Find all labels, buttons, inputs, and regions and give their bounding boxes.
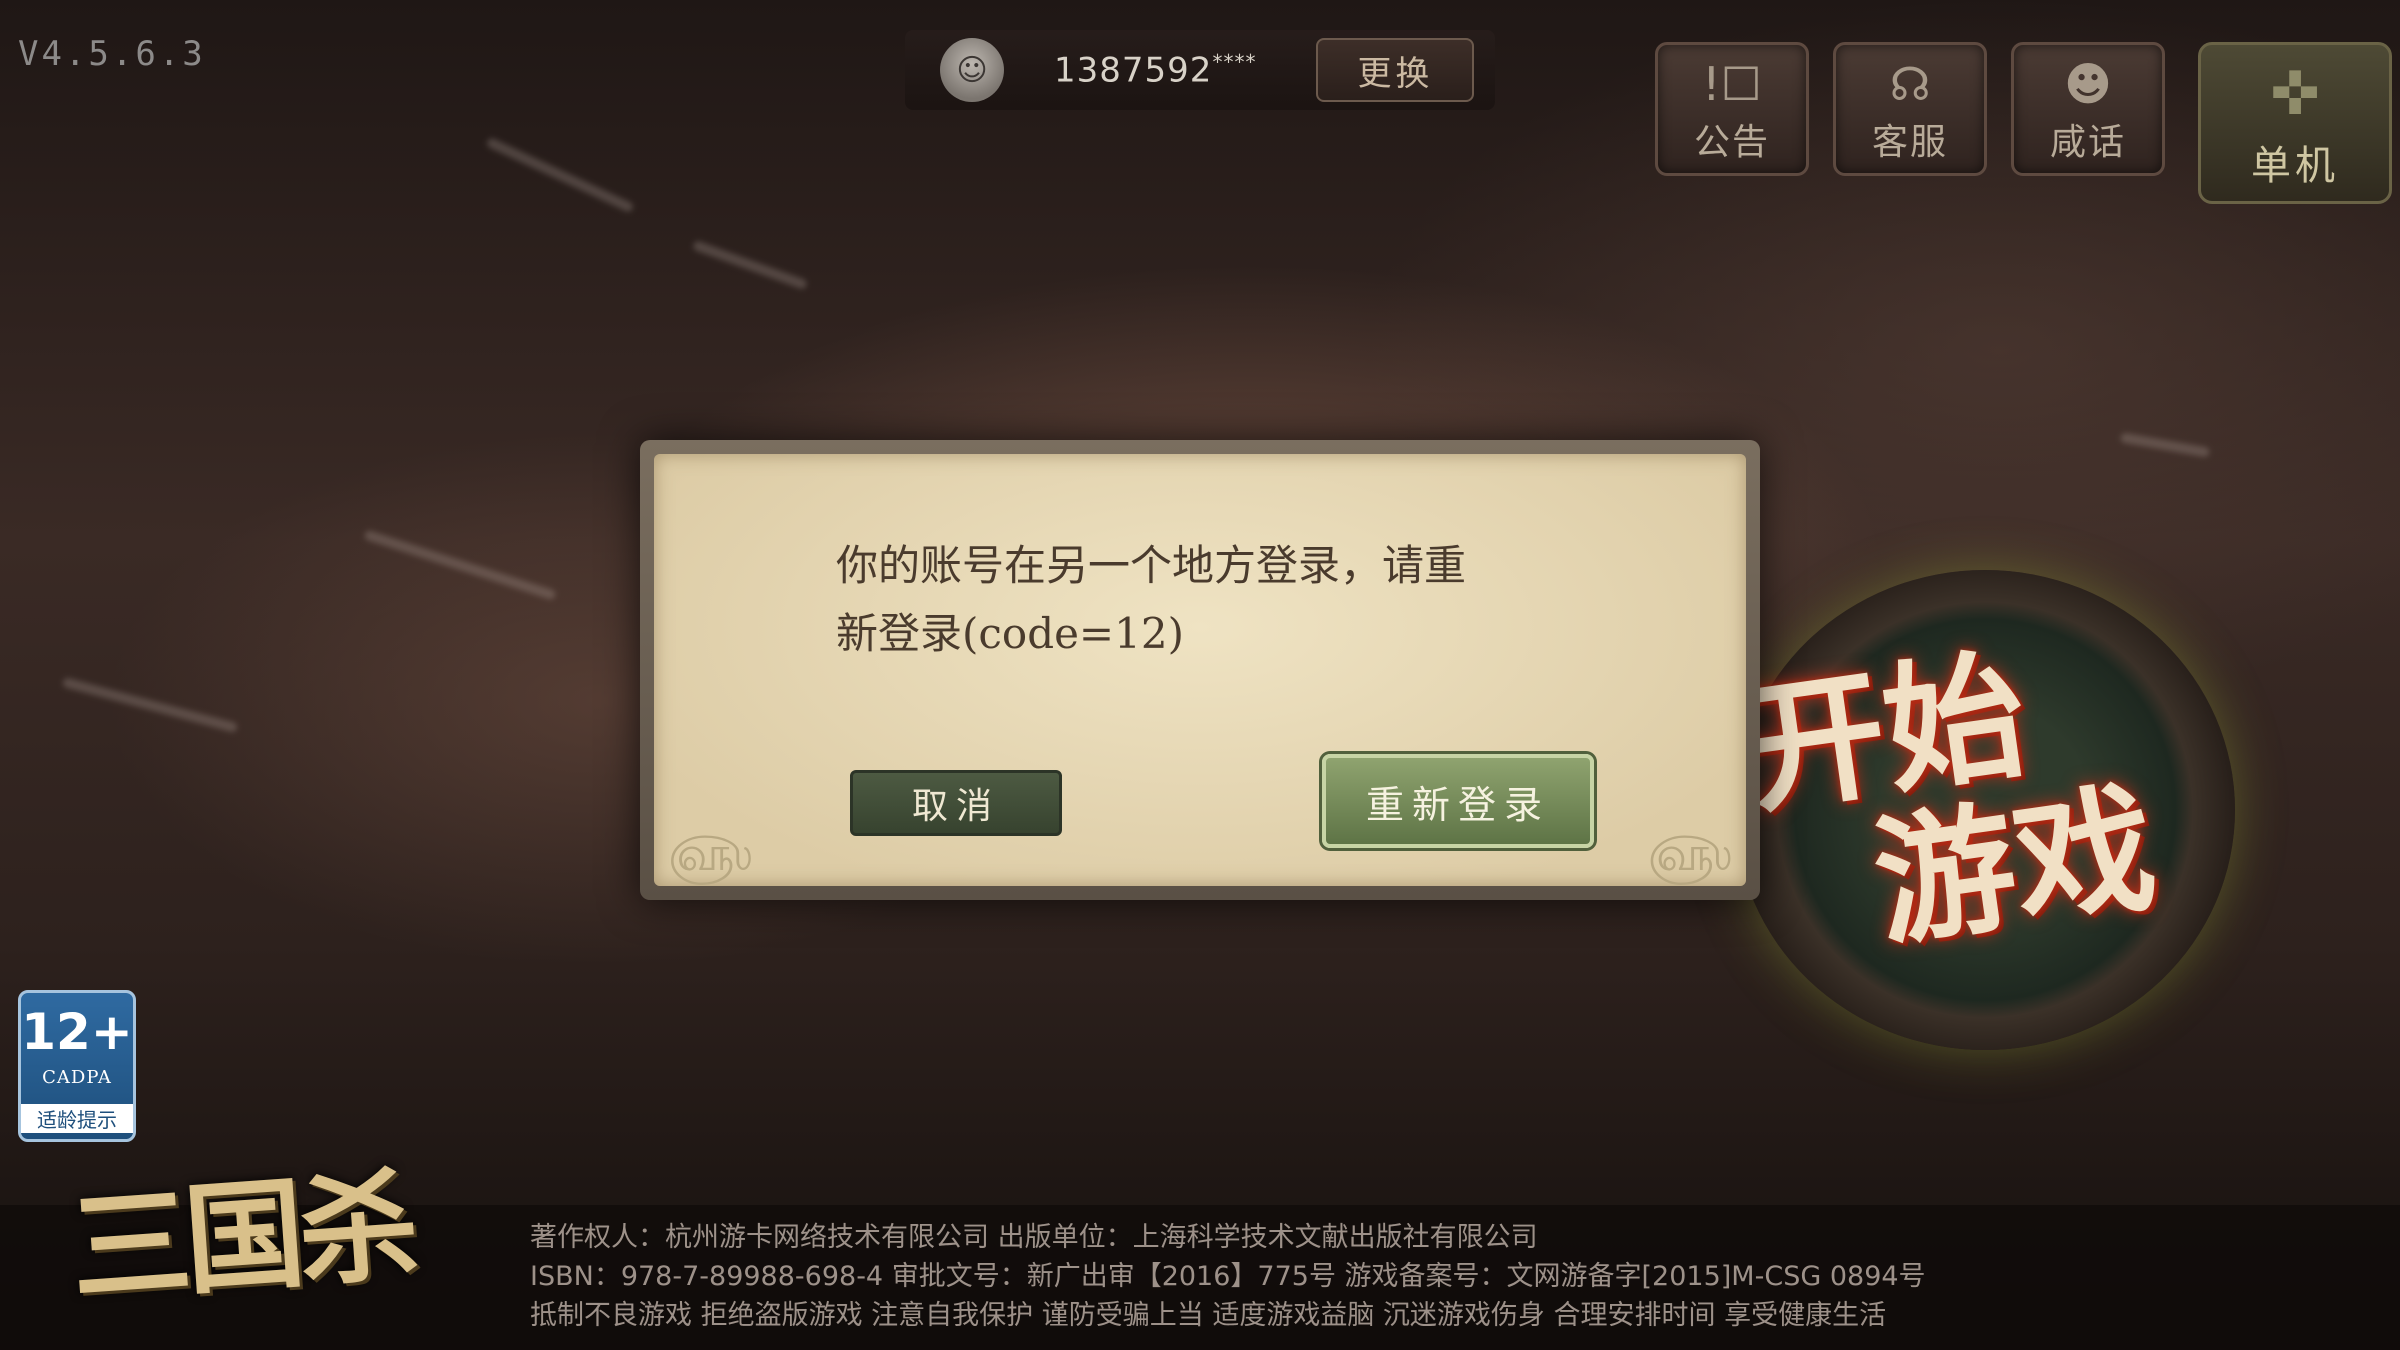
notice-button[interactable]: !☐ 公告 [1655,42,1809,176]
footer-isbn: ISBN：978-7-89988-698-4 审批文号：新广出审【2016】77… [530,1261,1926,1292]
single-player-label: 单机 [2251,143,2339,189]
dialog-message: 你的账号在另一个地方登录，请重 新登录(code=12) [836,541,1467,658]
footer-copyright: 著作权人：杭州游卡网络技术有限公司 出版单位：上海科学技术文献出版社有限公司 [530,1222,1538,1253]
customer-service-button[interactable]: ☊ 客服 [1833,42,1987,176]
avatar[interactable]: ☺ [940,38,1004,102]
chat-button[interactable]: ☻ 咸话 [2011,42,2165,176]
account-id: 1387592**** [1054,49,1257,91]
notice-label: 公告 [1693,122,1770,163]
start-game-label: 开始 游戏 [1735,632,2165,968]
relogin-button[interactable]: 重新登录 [1322,754,1594,848]
version-label: V4.5.6.3 [18,34,206,74]
account-bar: ☺ 1387592**** 更换 [905,30,1495,110]
corner-ornament-right: ௵ [1647,826,1732,882]
customer-service-icon: ☊ [1889,57,1931,111]
game-logo: 三国杀 [66,1155,418,1320]
footer-text: 著作权人：杭州游卡网络技术有限公司 出版单位：上海科学技术文献出版社有限公司 I… [530,1218,1926,1335]
age-rating-number: 12+ [21,1003,133,1061]
age-rating-tip: 适龄提示 [21,1104,133,1133]
chat-label: 咸话 [2049,122,2126,163]
customer-service-label: 客服 [1871,122,1948,163]
notice-icon: !☐ [1702,57,1762,111]
corner-ornament-left: ௵ [668,826,753,882]
relogin-dialog: 你的账号在另一个地方登录，请重 新登录(code=12) ௵ ௵ 取消 重新登录 [640,440,1760,900]
dialog-panel: 你的账号在另一个地方登录，请重 新登录(code=12) ௵ ௵ 取消 重新登录 [654,454,1746,886]
switch-account-button[interactable]: 更换 [1316,38,1475,102]
cancel-button[interactable]: 取消 [850,770,1062,836]
chat-icon: ☻ [2064,57,2112,111]
footer-health-notice: 抵制不良游戏 拒绝盗版游戏 注意自我保护 谨防受骗上当 适度游戏益脑 沉迷游戏伤… [530,1300,1887,1331]
gamepad-icon: ✜ [2269,59,2321,129]
age-rating-org: CADPA [42,1067,112,1088]
single-player-button[interactable]: ✜ 单机 [2198,42,2392,204]
start-game-button[interactable]: 开始 游戏 [1735,570,2235,1050]
age-rating-badge[interactable]: 12+ CADPA 适龄提示 [18,990,136,1142]
